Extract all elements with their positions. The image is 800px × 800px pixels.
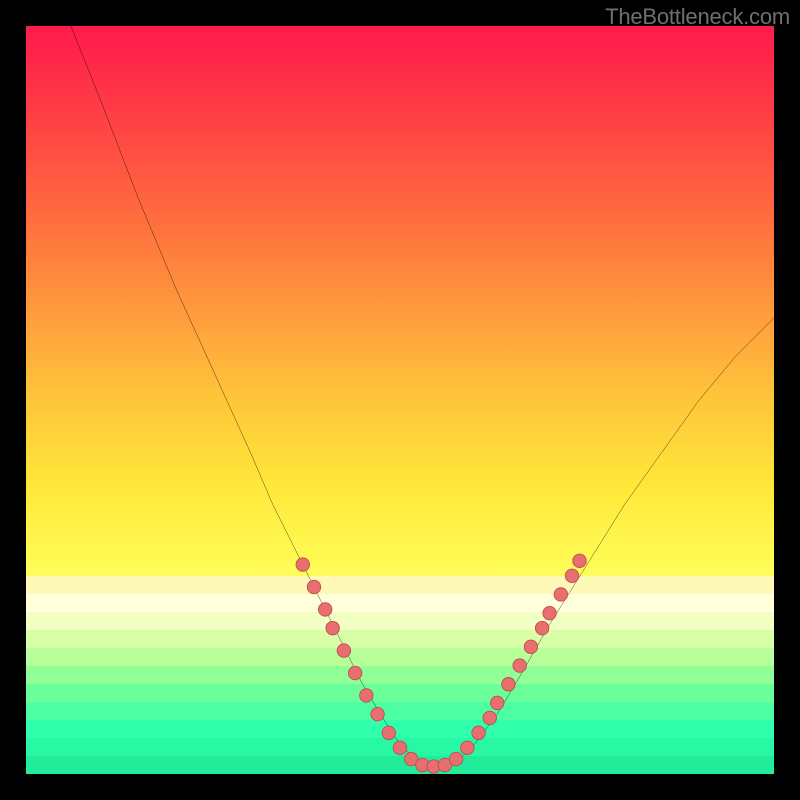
marker-dot [326,621,339,634]
marker-dot [337,644,350,657]
chart-frame [26,26,774,774]
marker-dot [535,621,548,634]
marker-dot [318,603,331,616]
marker-dot [449,752,462,765]
marker-dot [307,580,320,593]
marker-dot [543,606,556,619]
watermark-text: TheBottleneck.com [605,4,790,30]
marker-dot [554,588,567,601]
marker-dot [393,741,406,754]
marker-dot [524,640,537,653]
curve-markers [296,554,586,773]
marker-dot [491,696,504,709]
marker-dot [461,741,474,754]
marker-dot [483,711,496,724]
marker-dot [565,569,578,582]
marker-dot [296,558,309,571]
marker-dot [502,678,515,691]
bottleneck-curve [71,26,774,767]
marker-dot [382,726,395,739]
chart-svg [26,26,774,774]
marker-dot [513,659,526,672]
marker-dot [573,554,586,567]
marker-dot [472,726,485,739]
marker-dot [371,707,384,720]
marker-dot [360,689,373,702]
marker-dot [348,666,361,679]
